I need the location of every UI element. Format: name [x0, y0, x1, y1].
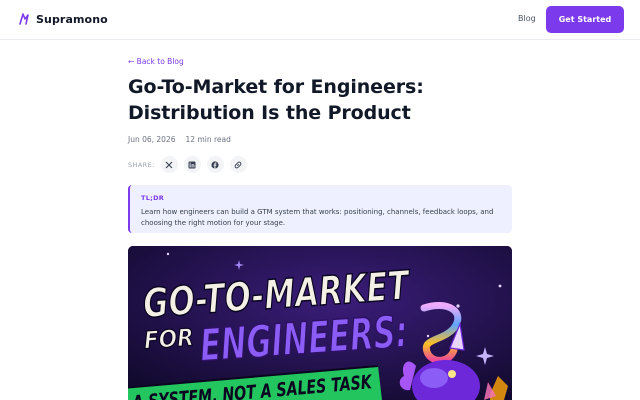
tldr-text: Learn how engineers can build a GTM syst… [141, 208, 494, 227]
share-label: SHARE: [128, 160, 155, 169]
nav-blog-link[interactable]: Blog [518, 14, 536, 23]
copy-link-button[interactable] [229, 156, 247, 173]
linkedin-icon [188, 161, 196, 168]
share-x-button[interactable] [160, 156, 178, 173]
tldr-label: TL;DR [141, 194, 165, 202]
share-linkedin-button[interactable] [183, 156, 201, 173]
brand-name: Supramono [36, 12, 108, 26]
article-title: Go-To-Market for Engineers: Distribution… [128, 76, 424, 124]
get-started-button[interactable]: Get Started [546, 6, 624, 33]
tldr-callout: TL;DR Learn how engineers can build a GT… [128, 185, 512, 233]
x-icon [165, 161, 173, 168]
logo-icon [19, 13, 29, 25]
back-to-blog-link[interactable]: ← Back to Blog [128, 57, 184, 66]
read-time: 12 min read [185, 135, 231, 144]
share-bar: SHARE: [128, 156, 253, 173]
share-facebook-button[interactable] [206, 156, 224, 173]
top-nav: Supramono Blog Get Started [0, 0, 640, 40]
publish-date: Jun 06, 2026 [128, 135, 176, 144]
facebook-icon [211, 160, 219, 169]
hero-image: GO-TO-MARKET FOR ENGINEERS: A SYSTEM, NO… [128, 246, 512, 400]
link-icon [234, 161, 242, 168]
hero-illustration: GO-TO-MARKET FOR ENGINEERS: A SYSTEM, NO… [128, 246, 512, 400]
brand-logo[interactable]: Supramono [18, 12, 108, 26]
article-meta: Jun 06, 2026 12 min read [128, 135, 231, 144]
hero-line-2a: FOR [143, 323, 195, 354]
